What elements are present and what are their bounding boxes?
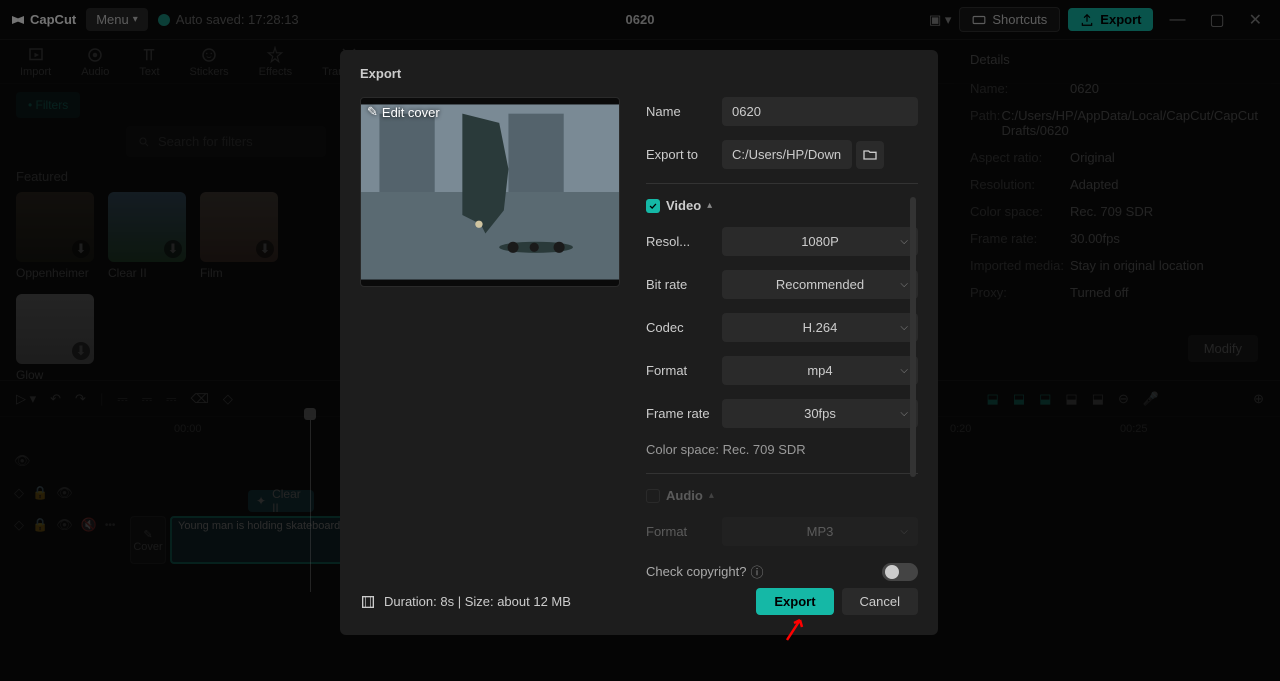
framerate-label: Frame rate bbox=[646, 406, 722, 421]
audio-format-select: MP3 ⌵ bbox=[722, 517, 918, 546]
audio-section-label: Audio bbox=[666, 488, 703, 503]
resolution-select[interactable]: 1080P ⌵ bbox=[722, 227, 918, 256]
cancel-button[interactable]: Cancel bbox=[842, 588, 918, 615]
chevron-down-icon: ⌵ bbox=[900, 279, 908, 290]
exportto-input[interactable] bbox=[722, 140, 852, 169]
exportto-label: Export to bbox=[646, 147, 722, 162]
format-label: Format bbox=[646, 363, 722, 378]
separator bbox=[646, 473, 918, 474]
bitrate-value: Recommended bbox=[776, 277, 864, 292]
codec-select[interactable]: H.264 ⌵ bbox=[722, 313, 918, 342]
duration-text: Duration: 8s | Size: about 12 MB bbox=[384, 594, 571, 609]
modal-footer: Duration: 8s | Size: about 12 MB Export … bbox=[360, 588, 918, 615]
copyright-label: Check copyright? bbox=[646, 564, 746, 579]
separator bbox=[646, 183, 918, 184]
colorspace-text: Color space: Rec. 709 SDR bbox=[646, 442, 918, 457]
browse-folder-button[interactable] bbox=[856, 141, 884, 169]
audio-section-toggle[interactable]: Audio ▴ bbox=[646, 488, 918, 503]
checkbox-off-icon bbox=[646, 489, 660, 503]
film-icon bbox=[360, 594, 376, 610]
resolution-label: Resol... bbox=[646, 234, 722, 249]
export-form: Name Export to Video ▴ Resol... 1080P ⌵ Bi… bbox=[646, 97, 918, 581]
export-preview: ✎ Edit cover bbox=[360, 97, 620, 287]
format-value: mp4 bbox=[807, 363, 832, 378]
video-section-toggle[interactable]: Video ▴ bbox=[646, 198, 918, 213]
edit-cover-button[interactable]: ✎ Edit cover bbox=[367, 104, 440, 120]
name-input[interactable] bbox=[722, 97, 918, 126]
annotation-arrow bbox=[782, 615, 812, 645]
duration-info: Duration: 8s | Size: about 12 MB bbox=[360, 594, 571, 610]
audio-format-value: MP3 bbox=[807, 524, 834, 539]
chevron-down-icon: ⌵ bbox=[900, 408, 908, 419]
checkbox-on-icon bbox=[646, 199, 660, 213]
chevron-down-icon: ⌵ bbox=[900, 236, 908, 247]
name-label: Name bbox=[646, 104, 722, 119]
codec-value: H.264 bbox=[803, 320, 838, 335]
folder-icon bbox=[862, 147, 878, 163]
chevron-down-icon: ⌵ bbox=[900, 526, 908, 537]
framerate-select[interactable]: 30fps ⌵ bbox=[722, 399, 918, 428]
bitrate-label: Bit rate bbox=[646, 277, 722, 292]
format-select[interactable]: mp4 ⌵ bbox=[722, 356, 918, 385]
chevron-up-icon: ▴ bbox=[709, 490, 714, 501]
preview-image bbox=[361, 98, 619, 286]
export-modal: Export ✎ Edit cover Name bbox=[340, 50, 938, 635]
pencil-icon: ✎ bbox=[367, 104, 378, 120]
scrollbar[interactable] bbox=[910, 197, 916, 477]
audio-format-label: Format bbox=[646, 524, 722, 539]
resolution-value: 1080P bbox=[801, 234, 839, 249]
video-section-label: Video bbox=[666, 198, 701, 213]
edit-cover-label: Edit cover bbox=[382, 105, 440, 120]
modal-title: Export bbox=[360, 66, 918, 81]
codec-label: Codec bbox=[646, 320, 722, 335]
framerate-value: 30fps bbox=[804, 406, 836, 421]
chevron-up-icon: ▴ bbox=[707, 200, 712, 211]
chevron-down-icon: ⌵ bbox=[900, 365, 908, 376]
info-icon[interactable]: ⓘ bbox=[750, 562, 763, 581]
export-button[interactable]: Export bbox=[756, 588, 833, 615]
bitrate-select[interactable]: Recommended ⌵ bbox=[722, 270, 918, 299]
footer-buttons: Export Cancel bbox=[756, 588, 918, 615]
chevron-down-icon: ⌵ bbox=[900, 322, 908, 333]
copyright-toggle[interactable] bbox=[882, 563, 918, 581]
